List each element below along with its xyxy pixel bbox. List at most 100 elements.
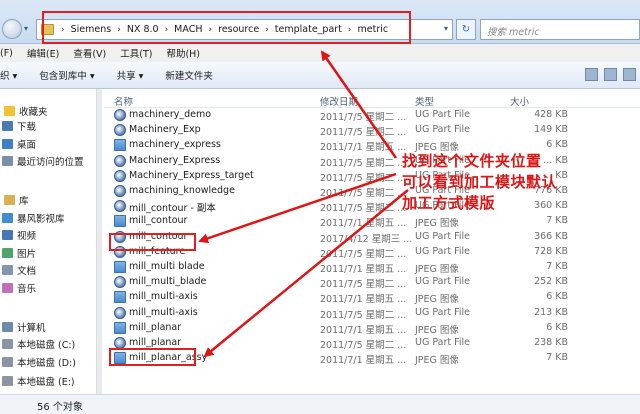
file-row[interactable]: mill_multi_blade 2011/7/5 星期二 ... UG Part … xyxy=(104,275,640,290)
menu-item[interactable]: 查看(V) xyxy=(73,46,106,60)
file-row[interactable]: mill_contour 2011/7/1 星期五 ... JPEG 图像 7 KB xyxy=(104,214,640,229)
nav-item[interactable]: 收藏夹 xyxy=(4,103,48,118)
nav-item[interactable]: 本地磁盘 (D:) xyxy=(2,354,76,369)
nav-item[interactable]: 库 xyxy=(4,192,29,207)
file-size: 238 KB xyxy=(534,337,568,348)
desktop-icon xyxy=(2,138,13,149)
nav-item[interactable]: 最近访问的位置 xyxy=(2,153,84,168)
drive-icon xyxy=(2,356,13,367)
video-icon xyxy=(2,229,13,240)
drive-icon xyxy=(2,375,13,386)
address-field[interactable]: › Siemens › NX 8.0 › MACH › resource › template_p… xyxy=(36,19,453,40)
breadcrumb-item[interactable]: template_part xyxy=(275,24,342,35)
file-type: UG Part File xyxy=(415,230,471,242)
file-size: 7 KB xyxy=(546,261,568,272)
file-name: mill_planar_assy xyxy=(129,352,208,364)
file-date: 2011/7/1 星期五 ... xyxy=(320,142,407,154)
ug-part-file-icon xyxy=(114,200,126,213)
preview-pane-icon[interactable] xyxy=(604,68,617,81)
breadcrumb-separator: › xyxy=(117,24,121,35)
toolbar-button[interactable]: 包含到库中 ▾ xyxy=(39,68,94,82)
nav-item[interactable]: 图片 xyxy=(2,245,36,260)
navigation-scrollbar[interactable] xyxy=(97,89,102,394)
file-type: JPEG 图像 xyxy=(415,218,459,230)
file-row[interactable]: Machinery_Express_target 2011/7/5 星期二 ...… xyxy=(104,169,640,184)
file-date: 2017/4/12 星期三 ... xyxy=(320,233,413,245)
file-row[interactable]: mill_planar 2011/7/5 星期二 ... UG Part File 2… xyxy=(104,336,640,351)
file-row[interactable]: mill_multi-axis 2011/7/5 星期二 ... UG Part F… xyxy=(104,306,640,321)
ug-part-file-icon xyxy=(114,276,126,289)
search-input[interactable]: 搜索 metric xyxy=(480,19,640,40)
breadcrumb-item[interactable]: metric xyxy=(358,24,389,35)
toolbar-button[interactable]: 织 ▾ xyxy=(0,68,17,82)
file-row[interactable]: mill_feature 2011/7/5 星期二 ... UG Part File… xyxy=(104,245,640,260)
nav-item[interactable]: 桌面 xyxy=(2,136,36,151)
file-row[interactable]: machinery_demo 2011/7/5 星期二 ... UG Part Fi… xyxy=(104,108,640,123)
column-date[interactable]: 修改日期 xyxy=(320,94,358,108)
toolbar-button[interactable]: 共享 ▾ xyxy=(117,68,144,82)
menu-item[interactable]: 编辑(E) xyxy=(27,46,59,60)
breadcrumb-separator: › xyxy=(347,24,352,35)
command-bar: 织 ▾ 包含到库中 ▾ 共享 ▾ 新建文件夹 xyxy=(0,62,640,89)
file-date: 2011/7/5 星期二 ... xyxy=(320,340,407,351)
ug-part-file-icon xyxy=(114,306,126,319)
file-name: mill_multi_blade xyxy=(129,276,207,288)
history-dropdown-icon[interactable]: ▾ xyxy=(24,24,34,34)
ug-part-file-icon xyxy=(114,185,126,197)
back-button[interactable] xyxy=(2,19,22,39)
nav-item[interactable]: 文档 xyxy=(2,262,36,277)
column-size[interactable]: 大小 xyxy=(510,94,529,108)
nav-item[interactable]: 暴风影视库 xyxy=(2,210,65,225)
nav-label: 本地磁盘 (C:) xyxy=(17,339,76,351)
column-name[interactable]: 名称 xyxy=(114,94,133,108)
music-icon xyxy=(2,282,13,293)
file-row[interactable]: mill_contour - 副本 2011/7/5 星期二 ... UG Part… xyxy=(104,199,640,214)
file-row[interactable]: machining_knowledge 2011/7/5 星期二 ... UG Pa… xyxy=(104,184,640,199)
nav-item[interactable]: 视频 xyxy=(2,227,36,242)
file-row[interactable]: mill_contour 2017/4/12 星期三 ... UG Part Fil… xyxy=(104,230,640,245)
file-name: mill_contour xyxy=(129,215,188,227)
nav-item[interactable]: 本地磁盘 (E:) xyxy=(2,373,75,388)
breadcrumb-item[interactable]: resource xyxy=(218,24,259,35)
file-date: 2011/7/5 星期二 ... xyxy=(320,127,407,139)
file-row[interactable]: mill_multi blade 2011/7/1 星期五 ... JPEG 图像 7… xyxy=(104,260,640,275)
file-date: 2011/7/1 星期五 ... xyxy=(320,264,407,275)
menu-item[interactable]: 帮助(H) xyxy=(166,46,200,60)
help-icon[interactable] xyxy=(623,68,636,81)
address-dropdown-icon[interactable]: ▾ xyxy=(444,24,448,33)
file-type: UG Part File xyxy=(415,245,471,257)
column-type[interactable]: 类型 xyxy=(415,94,434,108)
menu-item[interactable]: 工具(T) xyxy=(120,46,152,60)
download-folder-icon xyxy=(2,120,13,131)
file-row[interactable]: Machinery_Exp 2011/7/5 星期二 ... UG Part Fil… xyxy=(104,123,640,138)
toolbar-button[interactable]: 新建文件夹 xyxy=(165,68,213,82)
breadcrumb-item[interactable]: MACH xyxy=(174,24,202,35)
menu-item[interactable]: (F) xyxy=(0,48,13,59)
file-row[interactable]: mill_multi-axis 2011/7/1 星期五 ... JPEG 图像 6 … xyxy=(104,290,640,305)
file-name: mill_planar xyxy=(129,321,182,333)
file-name: Machinery_Express xyxy=(129,154,221,166)
breadcrumb-item[interactable]: Siemens xyxy=(71,24,112,35)
nav-item[interactable]: 下载 xyxy=(2,118,36,133)
ug-part-file-icon xyxy=(114,230,126,243)
refresh-button[interactable]: ↻ xyxy=(456,19,476,40)
nav-item[interactable]: 计算机 xyxy=(2,319,46,334)
object-count: 56 个对象 xyxy=(37,402,83,413)
file-row[interactable]: machinery_express 2011/7/1 星期五 ... JPEG 图像… xyxy=(104,138,640,153)
file-row[interactable]: Machinery_Express 2011/7/5 星期二 ... UG Part… xyxy=(104,154,640,169)
nav-label: 桌面 xyxy=(17,139,37,151)
nav-item[interactable]: 音乐 xyxy=(2,280,36,295)
file-name: Machinery_Exp xyxy=(129,124,201,136)
file-size: 149 KB xyxy=(534,124,568,136)
file-name: machinery_demo xyxy=(129,109,212,120)
file-row[interactable]: mill_planar 2011/7/1 星期五 ... JPEG 图像 6 KB xyxy=(104,321,640,336)
file-name: mill_contour xyxy=(129,230,188,242)
nav-item[interactable]: 本地磁盘 (C:) xyxy=(2,336,75,351)
file-date: 2011/7/1 星期五 ... xyxy=(320,218,407,230)
jpeg-image-icon xyxy=(114,215,126,228)
annotation-line-2: 可以看到加工模块默认 xyxy=(402,173,558,191)
change-view-icon[interactable] xyxy=(585,68,598,81)
breadcrumb-item[interactable]: NX 8.0 xyxy=(127,24,159,35)
file-row[interactable]: mill_planar_assy 2011/7/1 星期五 ... JPEG 图像 7… xyxy=(104,351,640,366)
computer-icon xyxy=(2,321,13,332)
